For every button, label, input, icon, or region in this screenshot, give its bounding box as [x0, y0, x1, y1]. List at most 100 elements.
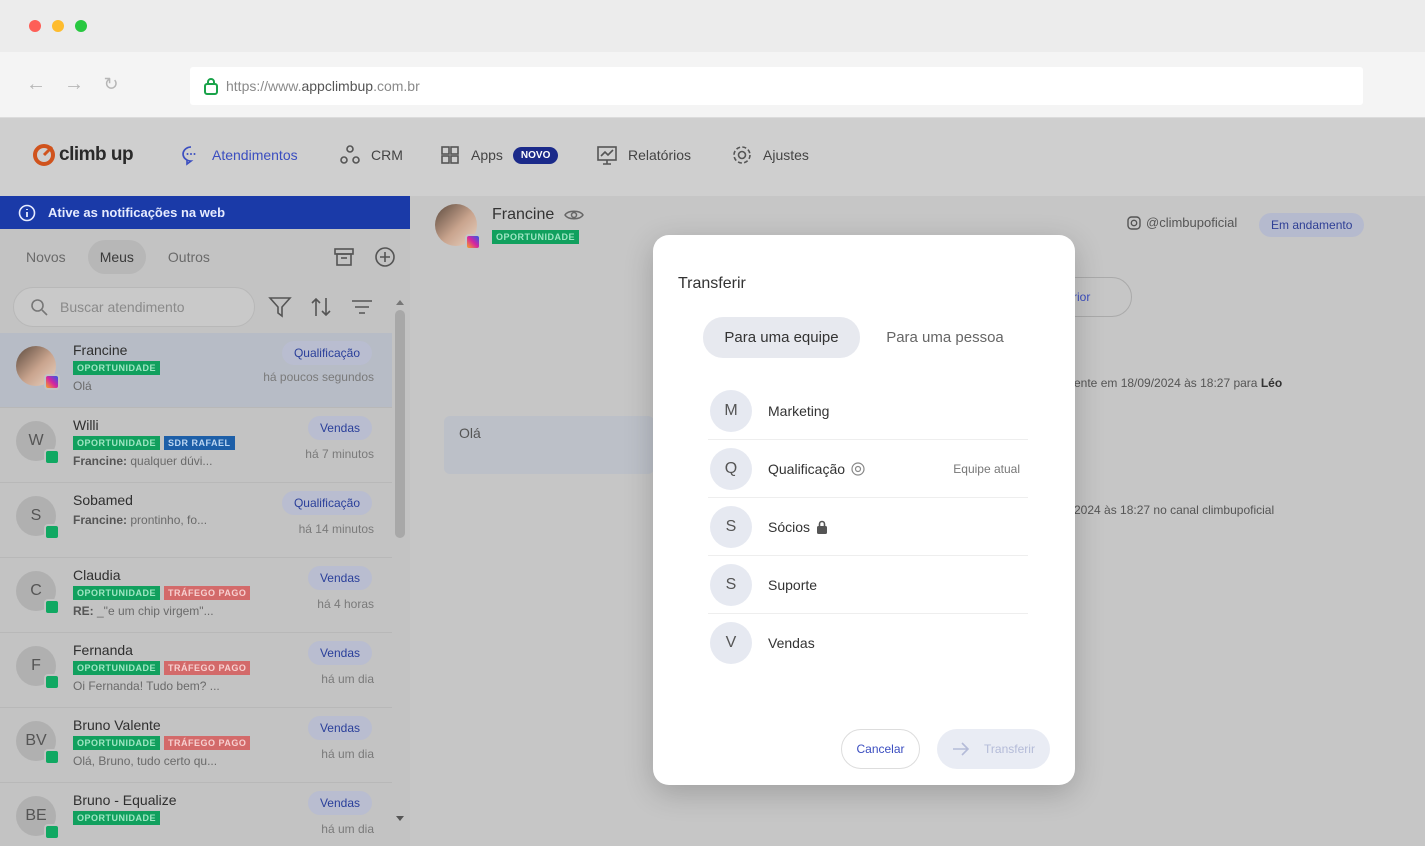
window-maximize-button[interactable]	[75, 20, 87, 32]
tab-outros[interactable]: Outros	[156, 240, 222, 274]
contact-avatar: F	[16, 646, 60, 690]
conversation-item[interactable]: F Fernanda OPORTUNIDADE TRÁFEGO PAGO Oi Fern…	[0, 633, 392, 708]
nav-label: CRM	[371, 147, 403, 163]
team-option[interactable]: Q Qualificação Equipe atual	[708, 440, 1028, 498]
search-input[interactable]: Buscar atendimento	[13, 287, 255, 327]
segment-team[interactable]: Para uma equipe	[703, 317, 860, 358]
archive-icon[interactable]	[333, 246, 355, 268]
url-domain: appclimbup	[301, 78, 374, 94]
conversation-item[interactable]: Francine OPORTUNIDADE Olá Qualificação há po…	[0, 333, 392, 408]
list-filter-icon[interactable]	[350, 296, 374, 318]
window-minimize-button[interactable]	[52, 20, 64, 32]
contact-avatar: BE	[16, 796, 60, 840]
sort-icon[interactable]	[309, 296, 333, 318]
conversation-item[interactable]: S Sobamed Francine: prontinho, fo... Qualif…	[0, 483, 392, 558]
last-message: Olá, Bruno, tudo certo qu...	[73, 754, 218, 768]
add-conversation-icon[interactable]	[374, 246, 396, 268]
conversation-item[interactable]: BV Bruno Valente OPORTUNIDADE TRÁFEGO PAGO O…	[0, 708, 392, 783]
tag-list: OPORTUNIDADE TRÁFEGO PAGO	[73, 586, 251, 600]
label-tag: TRÁFEGO PAGO	[164, 736, 251, 750]
team-name: Suporte	[768, 576, 818, 593]
notification-text: Ative as notificações na web	[48, 205, 226, 220]
eye-icon[interactable]	[564, 208, 585, 222]
contact-tag: OPORTUNIDADE	[492, 230, 580, 244]
conversation-time: há 14 minutos	[298, 522, 374, 536]
cancel-button[interactable]: Cancelar	[841, 729, 920, 769]
whatsapp-icon	[44, 824, 60, 840]
nav-relatorios[interactable]: Relatórios	[596, 144, 691, 166]
contact-name: Bruno Valente	[73, 717, 161, 733]
scroll-down-arrow-icon[interactable]	[396, 816, 404, 821]
instagram-icon	[1127, 215, 1141, 230]
team-name-wrap: Suporte	[768, 577, 817, 593]
contact-avatar[interactable]	[435, 204, 481, 250]
log-channel-line: 2024 às 18:27 no canal climbupoficial	[1074, 503, 1275, 517]
reload-icon[interactable]: ↻	[99, 72, 123, 96]
target-icon	[851, 461, 865, 476]
nav-ajustes[interactable]: Ajustes	[731, 144, 809, 166]
filter-icon[interactable]	[268, 296, 292, 318]
stage-badge: Vendas	[307, 641, 372, 665]
avatar-initials: W	[28, 432, 44, 449]
search-icon	[31, 299, 48, 316]
scroll-up-arrow-icon[interactable]	[396, 300, 404, 305]
lock-icon	[204, 78, 218, 95]
team-list: M Marketing Q Qualificação Equipe atual S…	[653, 382, 1075, 672]
avatar-initials: S	[30, 507, 42, 524]
conversation-time: há um dia	[321, 672, 374, 686]
instagram-icon	[44, 374, 60, 390]
back-icon[interactable]: ←	[24, 72, 48, 96]
conversation-time: há 4 horas	[317, 597, 374, 611]
window-close-button[interactable]	[29, 20, 41, 32]
nav-atendimentos[interactable]: Atendimentos	[180, 144, 298, 166]
stage-badge: Vendas	[307, 716, 372, 740]
contact-avatar	[16, 346, 60, 390]
contact-name: Francine	[73, 342, 128, 358]
scrollbar-thumb[interactable]	[395, 310, 405, 538]
modal-title: Transferir	[678, 275, 746, 292]
logo[interactable]: climb up	[33, 144, 134, 166]
contact-name: Bruno - Equalize	[73, 792, 177, 808]
team-avatar: V	[710, 622, 752, 664]
conversation-item[interactable]: W Willi OPORTUNIDADE SDR RAFAEL Francine: qu…	[0, 408, 392, 483]
team-name-wrap: Marketing	[768, 403, 829, 419]
logo-text: climb up	[59, 144, 134, 165]
tag-list: OPORTUNIDADE	[73, 361, 161, 375]
contact-avatar: BV	[16, 721, 60, 765]
label-tag: OPORTUNIDADE	[73, 436, 161, 450]
tab-meus[interactable]: Meus	[87, 240, 146, 274]
nav-label: Apps	[471, 147, 503, 163]
tab-novos[interactable]: Novos	[14, 240, 78, 274]
last-message: Francine: prontinho, fo...	[73, 513, 208, 527]
conversation-tabs: Novos Meus Outros	[14, 240, 222, 274]
conversation-time: há 7 minutos	[305, 447, 374, 461]
nav-label: Ajustes	[763, 147, 809, 163]
forward-icon[interactable]: →	[62, 72, 86, 96]
team-avatar: Q	[710, 447, 752, 490]
team-option[interactable]: S Sócios	[708, 498, 1028, 556]
stage-badge: Vendas	[307, 791, 372, 815]
sidebar-scrollbar[interactable]	[393, 296, 407, 826]
team-option[interactable]: V Vendas	[708, 614, 1028, 672]
segment-person[interactable]: Para uma pessoa	[871, 317, 1019, 358]
chat-icon	[182, 146, 196, 166]
log-transfer-line: ente em 18/09/2024 às 18:27 para Léo	[1074, 376, 1283, 390]
transfer-button[interactable]: Transferir	[937, 729, 1050, 769]
conversation-list: Francine OPORTUNIDADE Olá Qualificação há po…	[0, 333, 392, 846]
avatar-initials: C	[30, 582, 42, 599]
url-bar[interactable]: https://www. appclimbup .com.br	[190, 67, 1363, 105]
team-avatar: S	[710, 563, 752, 606]
conversation-sidebar: Ative as notificações na web Novos Meus …	[0, 196, 410, 846]
last-message: Oi Fernanda! Tudo bem? ...	[73, 679, 220, 693]
conversation-item[interactable]: C Claudia OPORTUNIDADE TRÁFEGO PAGO RE: _"e …	[0, 558, 392, 633]
team-name-wrap: Vendas	[768, 635, 815, 651]
team-option[interactable]: M Marketing	[708, 382, 1028, 440]
nav-crm[interactable]: CRM	[339, 144, 403, 166]
nav-apps[interactable]: Apps NOVO	[439, 144, 559, 166]
contact-name: Sobamed	[73, 492, 133, 508]
team-option[interactable]: S Suporte	[708, 556, 1028, 614]
notification-banner[interactable]: Ative as notificações na web	[0, 196, 410, 229]
conversation-item[interactable]: BE Bruno - Equalize OPORTUNIDADE Vendas há u…	[0, 783, 392, 846]
transfer-label: Transferir	[984, 742, 1035, 756]
team-note: Equipe atual	[953, 461, 1020, 476]
